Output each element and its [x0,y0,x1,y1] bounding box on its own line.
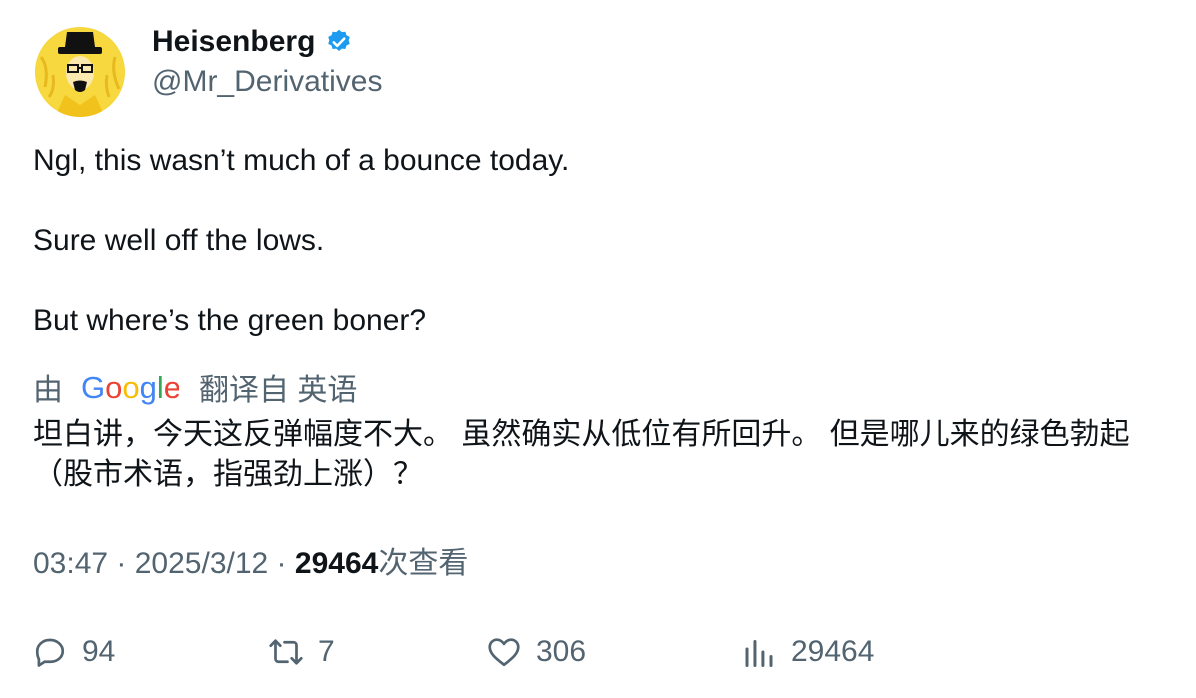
retweet-icon [269,639,303,665]
views-label: 次查看 [378,547,469,580]
reply-icon [35,638,65,667]
tweet-text-line-2: Sure well off the lows. [33,224,325,257]
like-button[interactable]: 306 [486,630,586,674]
translation-suffix: 翻译自 英语 [199,374,358,407]
avatar[interactable] [35,27,125,117]
translation-attribution[interactable]: 由 Google 翻译自 英语 [33,367,357,407]
reply-button[interactable]: 94 [32,630,115,674]
display-name-text: Heisenberg [152,25,316,58]
heart-icon [488,638,520,667]
verified-badge-icon [328,29,351,51]
display-name[interactable]: Heisenberg [152,22,353,62]
tweet: Heisenberg @Mr_Derivatives Ngl, this was… [0,0,1196,698]
reply-count: 94 [82,635,116,668]
views-count: 29464 [294,547,379,580]
meta-separator: · [268,547,295,580]
heisenberg-avatar-icon [35,27,125,117]
translation-prefix: 由 [33,374,63,407]
tweet-text-line-3: But where’s the green boner? [33,304,427,337]
tweet-time[interactable]: 03:47 [33,547,108,580]
meta-separator: · [108,547,135,580]
retweet-button[interactable]: 7 [268,630,335,674]
tweet-meta: 03:47 · 2025/3/12 · 29464次查看 [33,544,468,584]
translated-text: 坦白讲，今天这反弹幅度不大。 虽然确实从低位有所回升。 但是哪儿来的绿色勃起（股… [33,418,1130,491]
tweet-date[interactable]: 2025/3/12 [135,547,268,580]
analytics-icon [745,640,773,667]
views-button[interactable]: 29464 [741,630,874,674]
google-logo: Google [81,370,179,405]
views-action-count: 29464 [791,635,875,668]
tweet-text-line-1: Ngl, this wasn’t much of a bounce today. [33,144,570,177]
svg-text:Google: Google [81,370,179,405]
retweet-count: 7 [318,635,335,668]
user-handle[interactable]: @Mr_Derivatives [152,62,383,102]
like-count: 306 [536,635,587,668]
